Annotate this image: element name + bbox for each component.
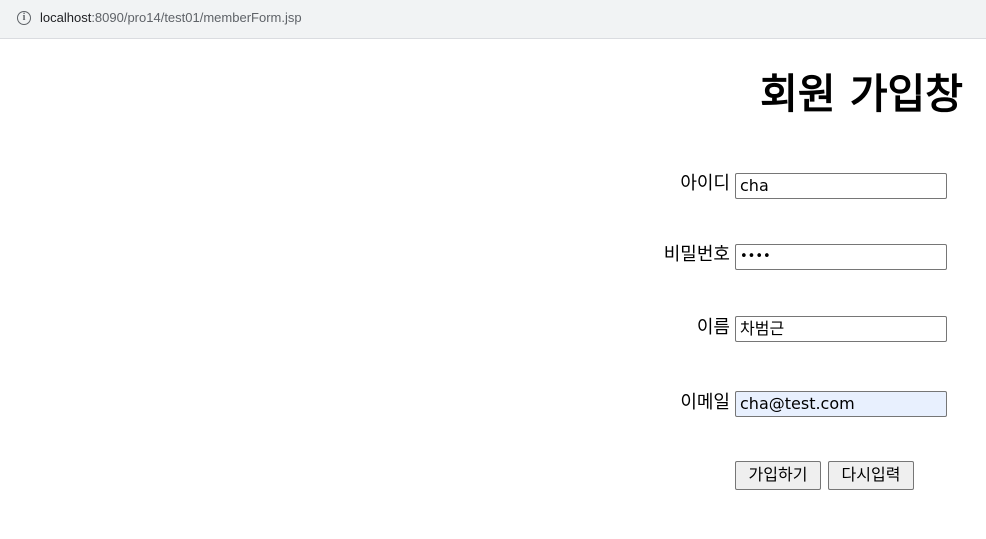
address-bar[interactable]: i localhost:8090/pro14/test01/memberForm… — [0, 0, 986, 39]
password-label: 비밀번호 — [663, 244, 730, 265]
password-input[interactable]: •••• — [735, 244, 947, 270]
url-path: :8090/pro14/test01/memberForm.jsp — [91, 10, 302, 25]
name-label: 이름 — [696, 317, 730, 338]
url-host: localhost — [40, 10, 92, 25]
user-id-label: 아이디 — [680, 173, 730, 194]
user-id-input[interactable]: cha — [735, 173, 947, 199]
info-icon[interactable]: i — [17, 11, 31, 25]
name-input[interactable]: 차범근 — [735, 316, 947, 342]
submit-button[interactable]: 가입하기 — [735, 461, 821, 490]
email-label: 이메일 — [680, 392, 730, 413]
reset-button[interactable]: 다시입력 — [828, 461, 914, 490]
email-input[interactable]: cha@test.com — [735, 391, 947, 417]
url-text[interactable]: localhost:8090/pro14/test01/memberForm.j… — [40, 10, 302, 26]
page-title: 회원 가입창 — [760, 70, 963, 118]
